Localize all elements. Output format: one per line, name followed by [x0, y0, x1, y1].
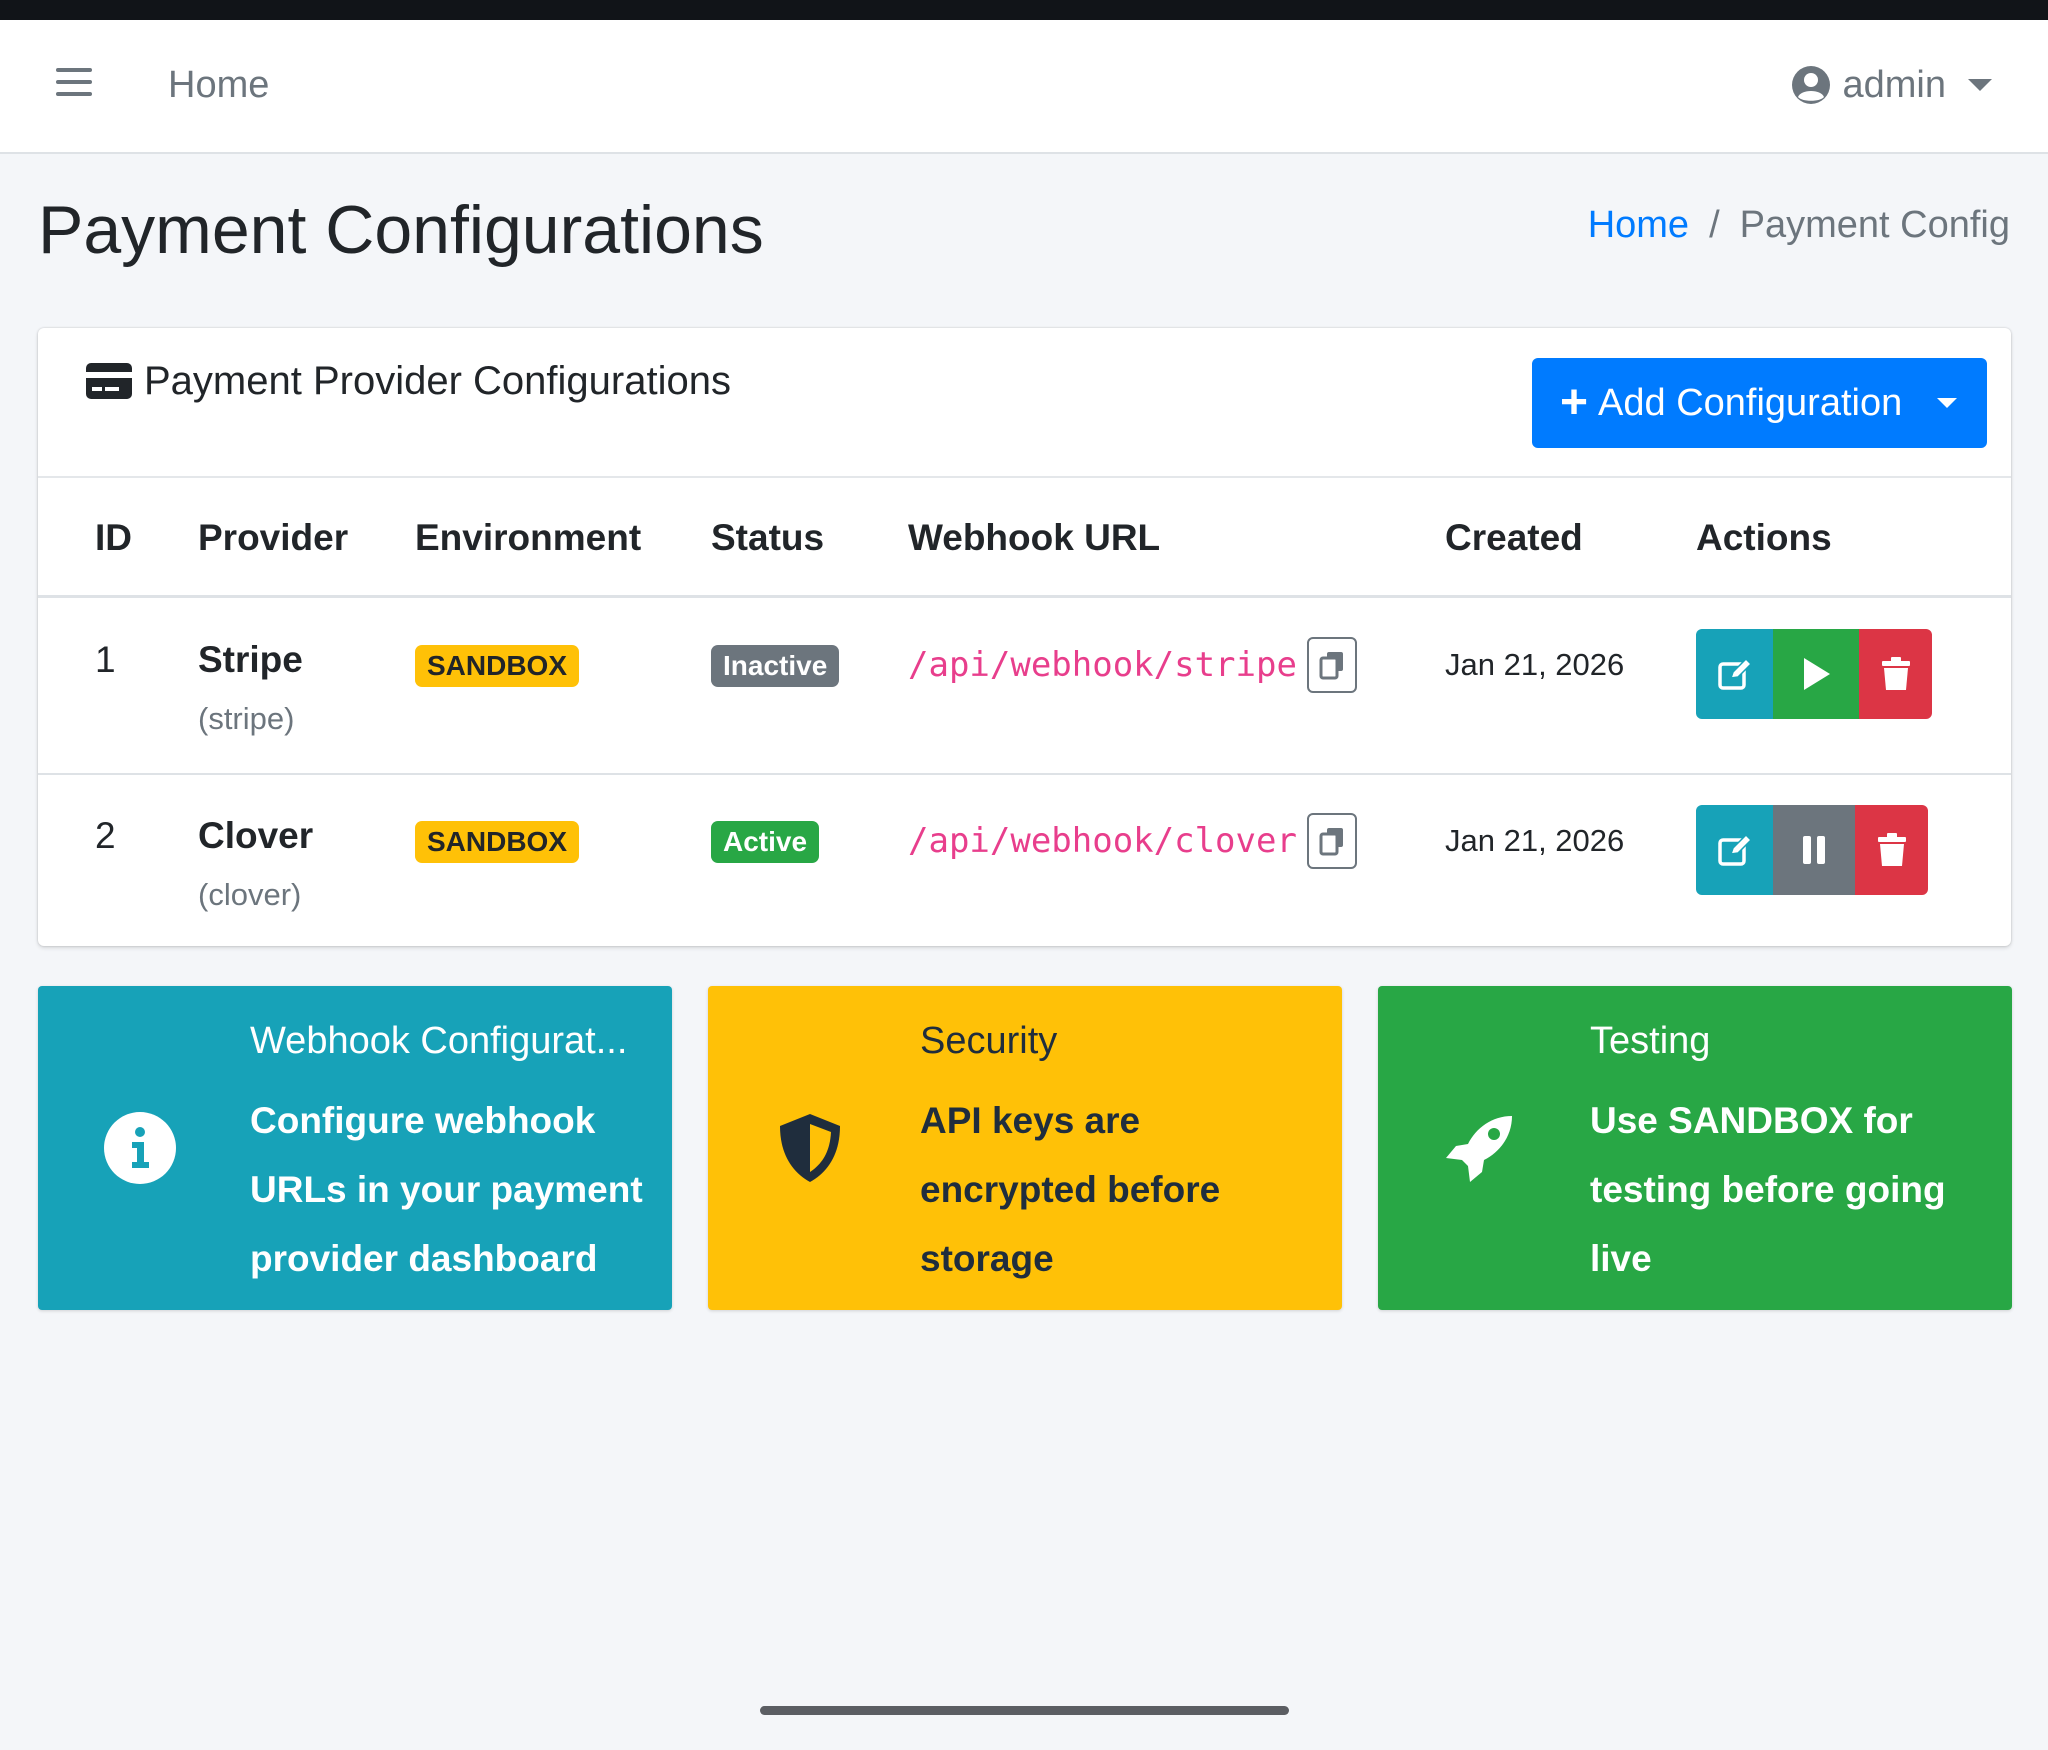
breadcrumb-current: Payment Config: [1739, 204, 2010, 246]
provider-name: Stripe: [198, 639, 303, 680]
info-box-title: Testing: [1590, 1020, 1711, 1062]
header-webhook-url[interactable]: Webhook URL: [908, 513, 1160, 563]
status-badge: Inactive: [711, 645, 840, 687]
add-configuration-button[interactable]: + Add Configuration: [1532, 358, 1987, 448]
caret-down-icon: [1937, 398, 1957, 408]
row-created: Jan 21, 2026: [1445, 647, 1625, 682]
environment-badge: SANDBOX: [415, 645, 580, 687]
activate-button[interactable]: [1773, 629, 1859, 719]
header-created[interactable]: Created: [1445, 513, 1583, 563]
trash-icon: [1881, 657, 1910, 690]
row-provider: Clover (clover): [198, 811, 313, 915]
header-provider[interactable]: Provider: [198, 513, 348, 563]
add-configuration-label: Add Configuration: [1598, 381, 1903, 424]
info-box-text: API keys are encrypted before storage: [920, 1100, 1221, 1279]
row-id: 1: [95, 639, 116, 680]
user-name: admin: [1842, 63, 1947, 106]
caret-down-icon: [1968, 79, 1992, 91]
trash-icon: [1877, 833, 1906, 866]
row-status: Active: [711, 821, 820, 863]
breadcrumb: Home / Payment Config: [1588, 200, 2010, 250]
row-actions: [1696, 629, 1932, 719]
webhook-url: /api/webhook/clover: [908, 821, 1297, 861]
edit-button[interactable]: [1696, 629, 1773, 719]
play-icon: [1804, 658, 1830, 690]
header-environment[interactable]: Environment: [415, 513, 641, 563]
row-environment: SANDBOX: [415, 821, 580, 863]
info-box-text: Configure webhook URLs in your payment p…: [250, 1100, 643, 1279]
nav-home-link[interactable]: Home: [168, 60, 269, 110]
card-title: Payment Provider Configurations: [144, 359, 731, 403]
home-indicator[interactable]: [760, 1706, 1289, 1715]
copy-url-button[interactable]: [1306, 637, 1357, 693]
user-menu[interactable]: admin: [1791, 60, 1992, 110]
row-webhook-url: /api/webhook/clover: [908, 813, 1357, 869]
copy-url-button[interactable]: [1306, 813, 1357, 869]
header-id[interactable]: ID: [95, 513, 132, 563]
card-header: Payment Provider Configurations + Add Co…: [38, 328, 2011, 478]
plus-icon: +: [1560, 376, 1589, 429]
row-created: Jan 21, 2026: [1445, 823, 1625, 858]
provider-name: Clover: [198, 815, 314, 856]
payment-config-card: Payment Provider Configurations + Add Co…: [38, 328, 2011, 946]
deactivate-button[interactable]: [1773, 805, 1855, 895]
provider-slug: (stripe): [198, 701, 295, 736]
webhook-url: /api/webhook/stripe: [908, 645, 1297, 685]
info-box-webhook: Webhook Configurat... Configure webhook …: [38, 986, 672, 1310]
table-header: ID Provider Environment Status Webhook U…: [38, 478, 2011, 598]
header-actions: Actions: [1696, 517, 1832, 558]
row-provider: Stripe (stripe): [198, 635, 303, 739]
copy-icon: [1319, 828, 1343, 856]
info-box-testing: Testing Use SANDBOX for testing before g…: [1378, 986, 2012, 1310]
status-badge: Active: [711, 821, 820, 863]
rocket-icon: [1446, 1116, 1512, 1182]
edit-icon: [1717, 657, 1752, 690]
row-webhook-url: /api/webhook/stripe: [908, 637, 1357, 693]
info-circle-icon: [104, 1112, 176, 1184]
credit-card-icon: [86, 363, 132, 399]
info-box-title: Webhook Configurat...: [250, 1020, 628, 1062]
row-actions: [1696, 805, 1928, 895]
page-title: Payment Configurations: [38, 192, 764, 268]
provider-slug: (clover): [198, 877, 302, 912]
environment-badge: SANDBOX: [415, 821, 580, 863]
info-box-security: Security API keys are encrypted before s…: [708, 986, 1342, 1310]
breadcrumb-home-link[interactable]: Home: [1588, 200, 1689, 250]
delete-button[interactable]: [1855, 805, 1928, 895]
table-row: 2 Clover (clover) SANDBOX Active /api/we…: [38, 777, 2011, 951]
edit-button[interactable]: [1696, 805, 1773, 895]
status-bar: [0, 0, 2048, 20]
edit-icon: [1717, 833, 1752, 866]
header-status[interactable]: Status: [711, 513, 824, 563]
hamburger-icon[interactable]: [56, 68, 92, 104]
info-box-title: Security: [920, 1020, 1058, 1062]
copy-icon: [1319, 652, 1343, 680]
shield-icon: [780, 1114, 840, 1182]
breadcrumb-separator: /: [1709, 204, 1720, 246]
top-navbar: Home admin: [0, 20, 2048, 154]
row-status: Inactive: [711, 645, 840, 687]
user-circle-icon: [1791, 66, 1830, 104]
pause-icon: [1803, 836, 1825, 864]
delete-button[interactable]: [1859, 629, 1932, 719]
table-row: 1 Stripe (stripe) SANDBOX Inactive /api/…: [38, 601, 2011, 775]
row-environment: SANDBOX: [415, 645, 580, 687]
row-id: 2: [95, 815, 116, 856]
info-box-text: Use SANDBOX for testing before going liv…: [1590, 1100, 1946, 1279]
